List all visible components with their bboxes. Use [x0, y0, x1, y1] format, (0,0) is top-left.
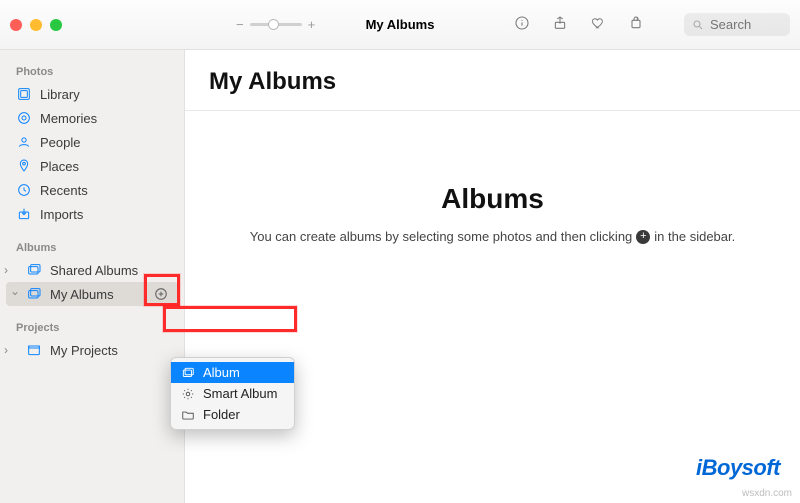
album-icon — [181, 366, 195, 380]
watermark-source: wsxdn.com — [742, 488, 792, 499]
memories-icon — [16, 110, 32, 126]
window-body: Photos Library Memories People Places Re… — [0, 50, 800, 503]
sidebar-item-imports[interactable]: Imports — [0, 202, 184, 226]
sidebar-item-library[interactable]: Library — [0, 82, 184, 106]
plus-badge-icon: + — [636, 230, 650, 244]
zoom-in-icon: + — [308, 17, 316, 32]
content-header: My Albums — [185, 50, 800, 110]
plus-icon — [154, 287, 168, 301]
shared-album-icon — [26, 262, 42, 278]
watermark-brand: iBoysoft — [696, 455, 780, 481]
zoom-out-icon: − — [236, 17, 244, 32]
places-icon — [16, 158, 32, 174]
empty-hint: You can create albums by selecting some … — [250, 229, 735, 244]
rotate-icon[interactable] — [628, 15, 644, 34]
toolbar-actions — [514, 13, 790, 36]
traffic-lights — [10, 19, 62, 31]
favorite-icon[interactable] — [590, 15, 606, 34]
window-toolbar: − + My Albums — [0, 0, 800, 50]
sidebar-item-shared-albums[interactable]: Shared Albums — [0, 258, 184, 282]
content-area: My Albums Albums You can create albums b… — [185, 50, 800, 503]
sidebar-label: Places — [40, 159, 79, 174]
sidebar-label: People — [40, 135, 80, 150]
sidebar-label: Shared Albums — [50, 263, 138, 278]
sidebar-item-my-albums[interactable]: My Albums — [6, 282, 178, 306]
info-icon[interactable] — [514, 15, 530, 34]
sidebar-label: Recents — [40, 183, 88, 198]
album-icon — [26, 286, 42, 302]
menu-item-album[interactable]: Album — [171, 362, 294, 383]
sidebar-label: My Projects — [50, 343, 118, 358]
sidebar-label: My Albums — [50, 287, 114, 302]
minimize-window-button[interactable] — [30, 19, 42, 31]
sidebar-label: Library — [40, 87, 80, 102]
sidebar-section-albums: Albums — [0, 236, 184, 258]
menu-item-folder[interactable]: Folder — [171, 404, 294, 425]
sidebar-label: Memories — [40, 111, 97, 126]
sidebar-item-people[interactable]: People — [0, 130, 184, 154]
search-icon — [692, 19, 704, 31]
library-icon — [16, 86, 32, 102]
gear-icon — [181, 387, 195, 401]
new-album-context-menu: Album Smart Album Folder — [170, 357, 295, 430]
sidebar-item-places[interactable]: Places — [0, 154, 184, 178]
search-field[interactable] — [684, 13, 790, 36]
sidebar-section-photos: Photos — [0, 60, 184, 82]
empty-title: Albums — [441, 183, 544, 215]
share-icon[interactable] — [552, 15, 568, 34]
thumbnail-zoom-slider[interactable]: − + — [236, 17, 315, 32]
recents-icon — [16, 182, 32, 198]
sidebar-item-recents[interactable]: Recents — [0, 178, 184, 202]
sidebar-section-projects: Projects — [0, 316, 184, 338]
projects-icon — [26, 342, 42, 358]
sidebar: Photos Library Memories People Places Re… — [0, 50, 185, 503]
menu-label: Smart Album — [203, 386, 277, 401]
empty-hint-post: in the sidebar. — [654, 229, 735, 244]
sidebar-label: Imports — [40, 207, 83, 222]
people-icon — [16, 134, 32, 150]
close-window-button[interactable] — [10, 19, 22, 31]
imports-icon — [16, 206, 32, 222]
add-album-button[interactable] — [150, 283, 172, 305]
zoom-track[interactable] — [250, 23, 302, 26]
fullscreen-window-button[interactable] — [50, 19, 62, 31]
menu-item-smart-album[interactable]: Smart Album — [171, 383, 294, 404]
menu-label: Folder — [203, 407, 240, 422]
empty-state: Albums You can create albums by selectin… — [185, 111, 800, 503]
search-input[interactable] — [710, 17, 780, 32]
menu-label: Album — [203, 365, 240, 380]
empty-hint-pre: You can create albums by selecting some … — [250, 229, 633, 244]
sidebar-item-my-projects[interactable]: My Projects — [0, 338, 184, 362]
sidebar-item-memories[interactable]: Memories — [0, 106, 184, 130]
folder-icon — [181, 408, 195, 422]
page-title: My Albums — [209, 68, 776, 96]
photos-app-window: − + My Albums Photos Library — [0, 0, 800, 503]
zoom-knob[interactable] — [268, 19, 279, 30]
